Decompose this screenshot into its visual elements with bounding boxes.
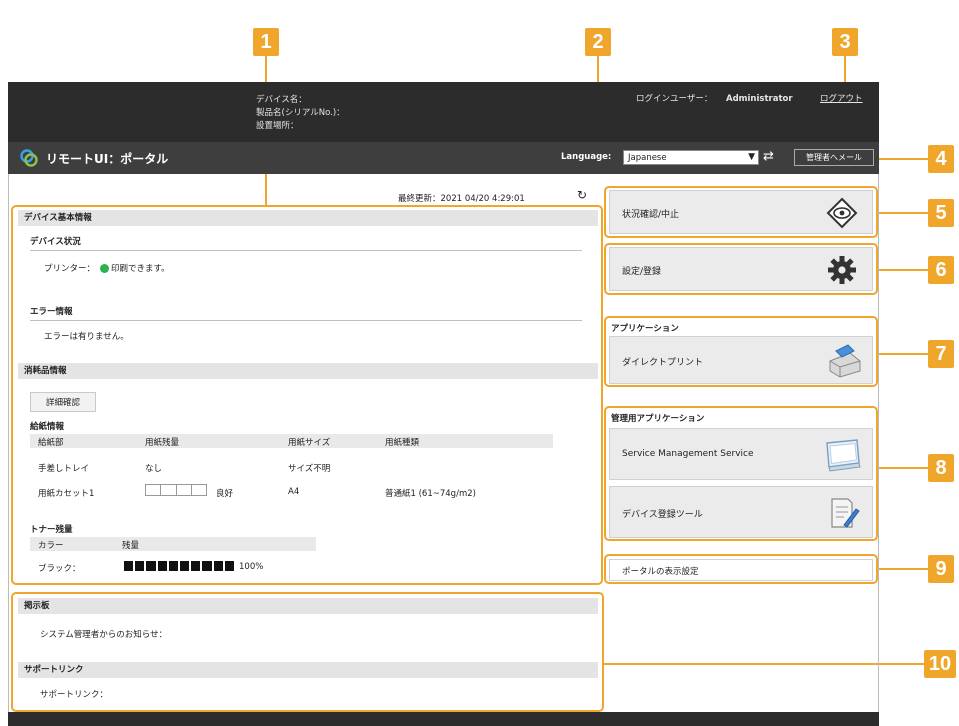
eye-icon [826,197,858,232]
refresh-icon[interactable]: ↻ [577,188,587,202]
document-tool-icon [826,495,860,534]
settings-label: 設定/登録 [622,267,662,277]
device-registration-tool-button[interactable]: デバイス登録ツール [609,486,873,538]
callout-badge-8: 8 [928,454,954,482]
language-select[interactable]: Japanese ▼ [623,150,759,165]
support-link-heading: サポートリンク [18,662,598,678]
applications-heading: アプリケーション [611,324,679,334]
callout-line-3 [844,56,846,84]
detail-check-label: 詳細確認 [45,398,80,408]
board-heading: 掲示板 [18,598,598,614]
paper-col-type: 用紙種類 [385,438,420,448]
toner-color-black: ブラック： [38,564,81,574]
language-apply-icon[interactable]: ⇄ [763,149,774,164]
callout-line-5 [878,212,928,214]
device-basic-info-heading: デバイス基本情報 [18,210,598,226]
table-cell: 用紙カセット1 [38,489,95,499]
last-updated: 最終更新：2021 04/20 4:29:01 [398,194,525,204]
callout-line-4 [877,158,928,160]
status-cancel-button[interactable]: 状況確認/中止 [609,190,873,234]
table-cell: 普通紙1 (61~74g/m2) [385,489,476,499]
callout-line-9 [878,568,928,570]
toner-heading: トナー残量 [30,525,73,535]
page-title: リモートUI：ポータル [46,152,169,166]
detail-check-button[interactable]: 詳細確認 [30,392,96,412]
table-cell: なし [145,464,163,474]
status-ok-icon [100,264,109,273]
mail-admin-button[interactable]: 管理者へメール [794,149,874,166]
service-management-service-label: Service Management Service [622,449,754,459]
divider [30,250,582,251]
admin-applications-heading: 管理用アプリケーション [611,414,705,424]
divider [30,320,582,321]
mail-admin-label: 管理者へメール [806,153,862,162]
title-bar: リモートUI：ポータル Language: Japanese ▼ ⇄ 管理者へメ… [8,142,879,174]
printer-icon [826,341,862,382]
table-cell: 手差しトレイ [38,464,90,474]
status-cancel-label: 状況確認/中止 [622,210,680,220]
table-cell: A4 [288,487,300,497]
callout-line-8 [878,467,928,469]
callout-badge-4: 4 [928,145,954,173]
board-notice: システム管理者からのお知らせ： [40,630,168,640]
service-management-service-button[interactable]: Service Management Service [609,428,873,480]
paper-col-source: 給紙部 [38,438,64,448]
paper-col-size: 用紙サイズ [288,438,331,448]
printer-status-text: 印刷できます。 [111,264,170,274]
login-user-name: Administrator [726,94,793,104]
portal-display-settings-button[interactable]: ポータルの表示設定 [609,559,873,581]
callout-badge-7: 7 [928,340,954,368]
device-registration-tool-label: デバイス登録ツール [622,510,703,520]
error-info-heading: エラー情報 [30,307,73,317]
callout-line-7 [878,353,928,355]
settings-button[interactable]: 設定/登録 [609,247,873,291]
device-status-heading: デバイス状況 [30,237,81,247]
footer-bar [8,712,879,726]
top-header: デバイス名： 製品名(シリアルNo.)： 設置場所： ログインユーザー： Adm… [8,82,879,142]
toner-percent: 100% [239,562,264,572]
printer-label: プリンター： [44,264,96,274]
location-label: 設置場所： [256,121,299,131]
callout-badge-2: 2 [585,28,611,56]
device-name-label: デバイス名： [256,95,307,105]
consumables-heading: 消耗品情報 [18,363,598,379]
gear-icon [826,254,858,289]
support-link-label: サポートリンク： [40,690,109,700]
direct-print-button[interactable]: ダイレクトプリント [609,336,873,384]
toner-table-header [30,537,316,551]
login-user-label: ログインユーザー： [636,94,713,104]
monitor-icon [824,437,862,476]
callout-badge-5: 5 [928,199,954,227]
product-name-label: 製品名(シリアルNo.)： [256,108,345,118]
paper-level-gauge [145,484,207,496]
toner-col-remaining: 残量 [122,541,140,551]
callout-badge-1: 1 [253,28,279,56]
callout-badge-6: 6 [928,256,954,284]
error-text: エラーは有りません。 [44,332,129,342]
portal-display-settings-label: ポータルの表示設定 [622,567,699,577]
table-cell: サイズ不明 [288,464,331,474]
logout-link[interactable]: ログアウト [820,93,863,105]
table-cell: 良好 [216,489,234,499]
callout-line-6 [878,269,928,271]
callout-badge-3: 3 [832,28,858,56]
toner-col-color: カラー [38,541,64,551]
toner-level-bar [124,561,235,571]
paper-col-remaining: 用紙残量 [145,438,180,448]
language-label: Language: [561,152,612,162]
language-select-value: Japanese [628,153,667,163]
chevron-down-icon: ▼ [748,152,755,162]
direct-print-label: ダイレクトプリント [622,358,704,368]
paper-info-heading: 給紙情報 [30,422,65,432]
callout-badge-10: 10 [924,650,956,678]
callout-badge-9: 9 [928,555,954,583]
remote-ui-logo-icon [20,149,38,167]
